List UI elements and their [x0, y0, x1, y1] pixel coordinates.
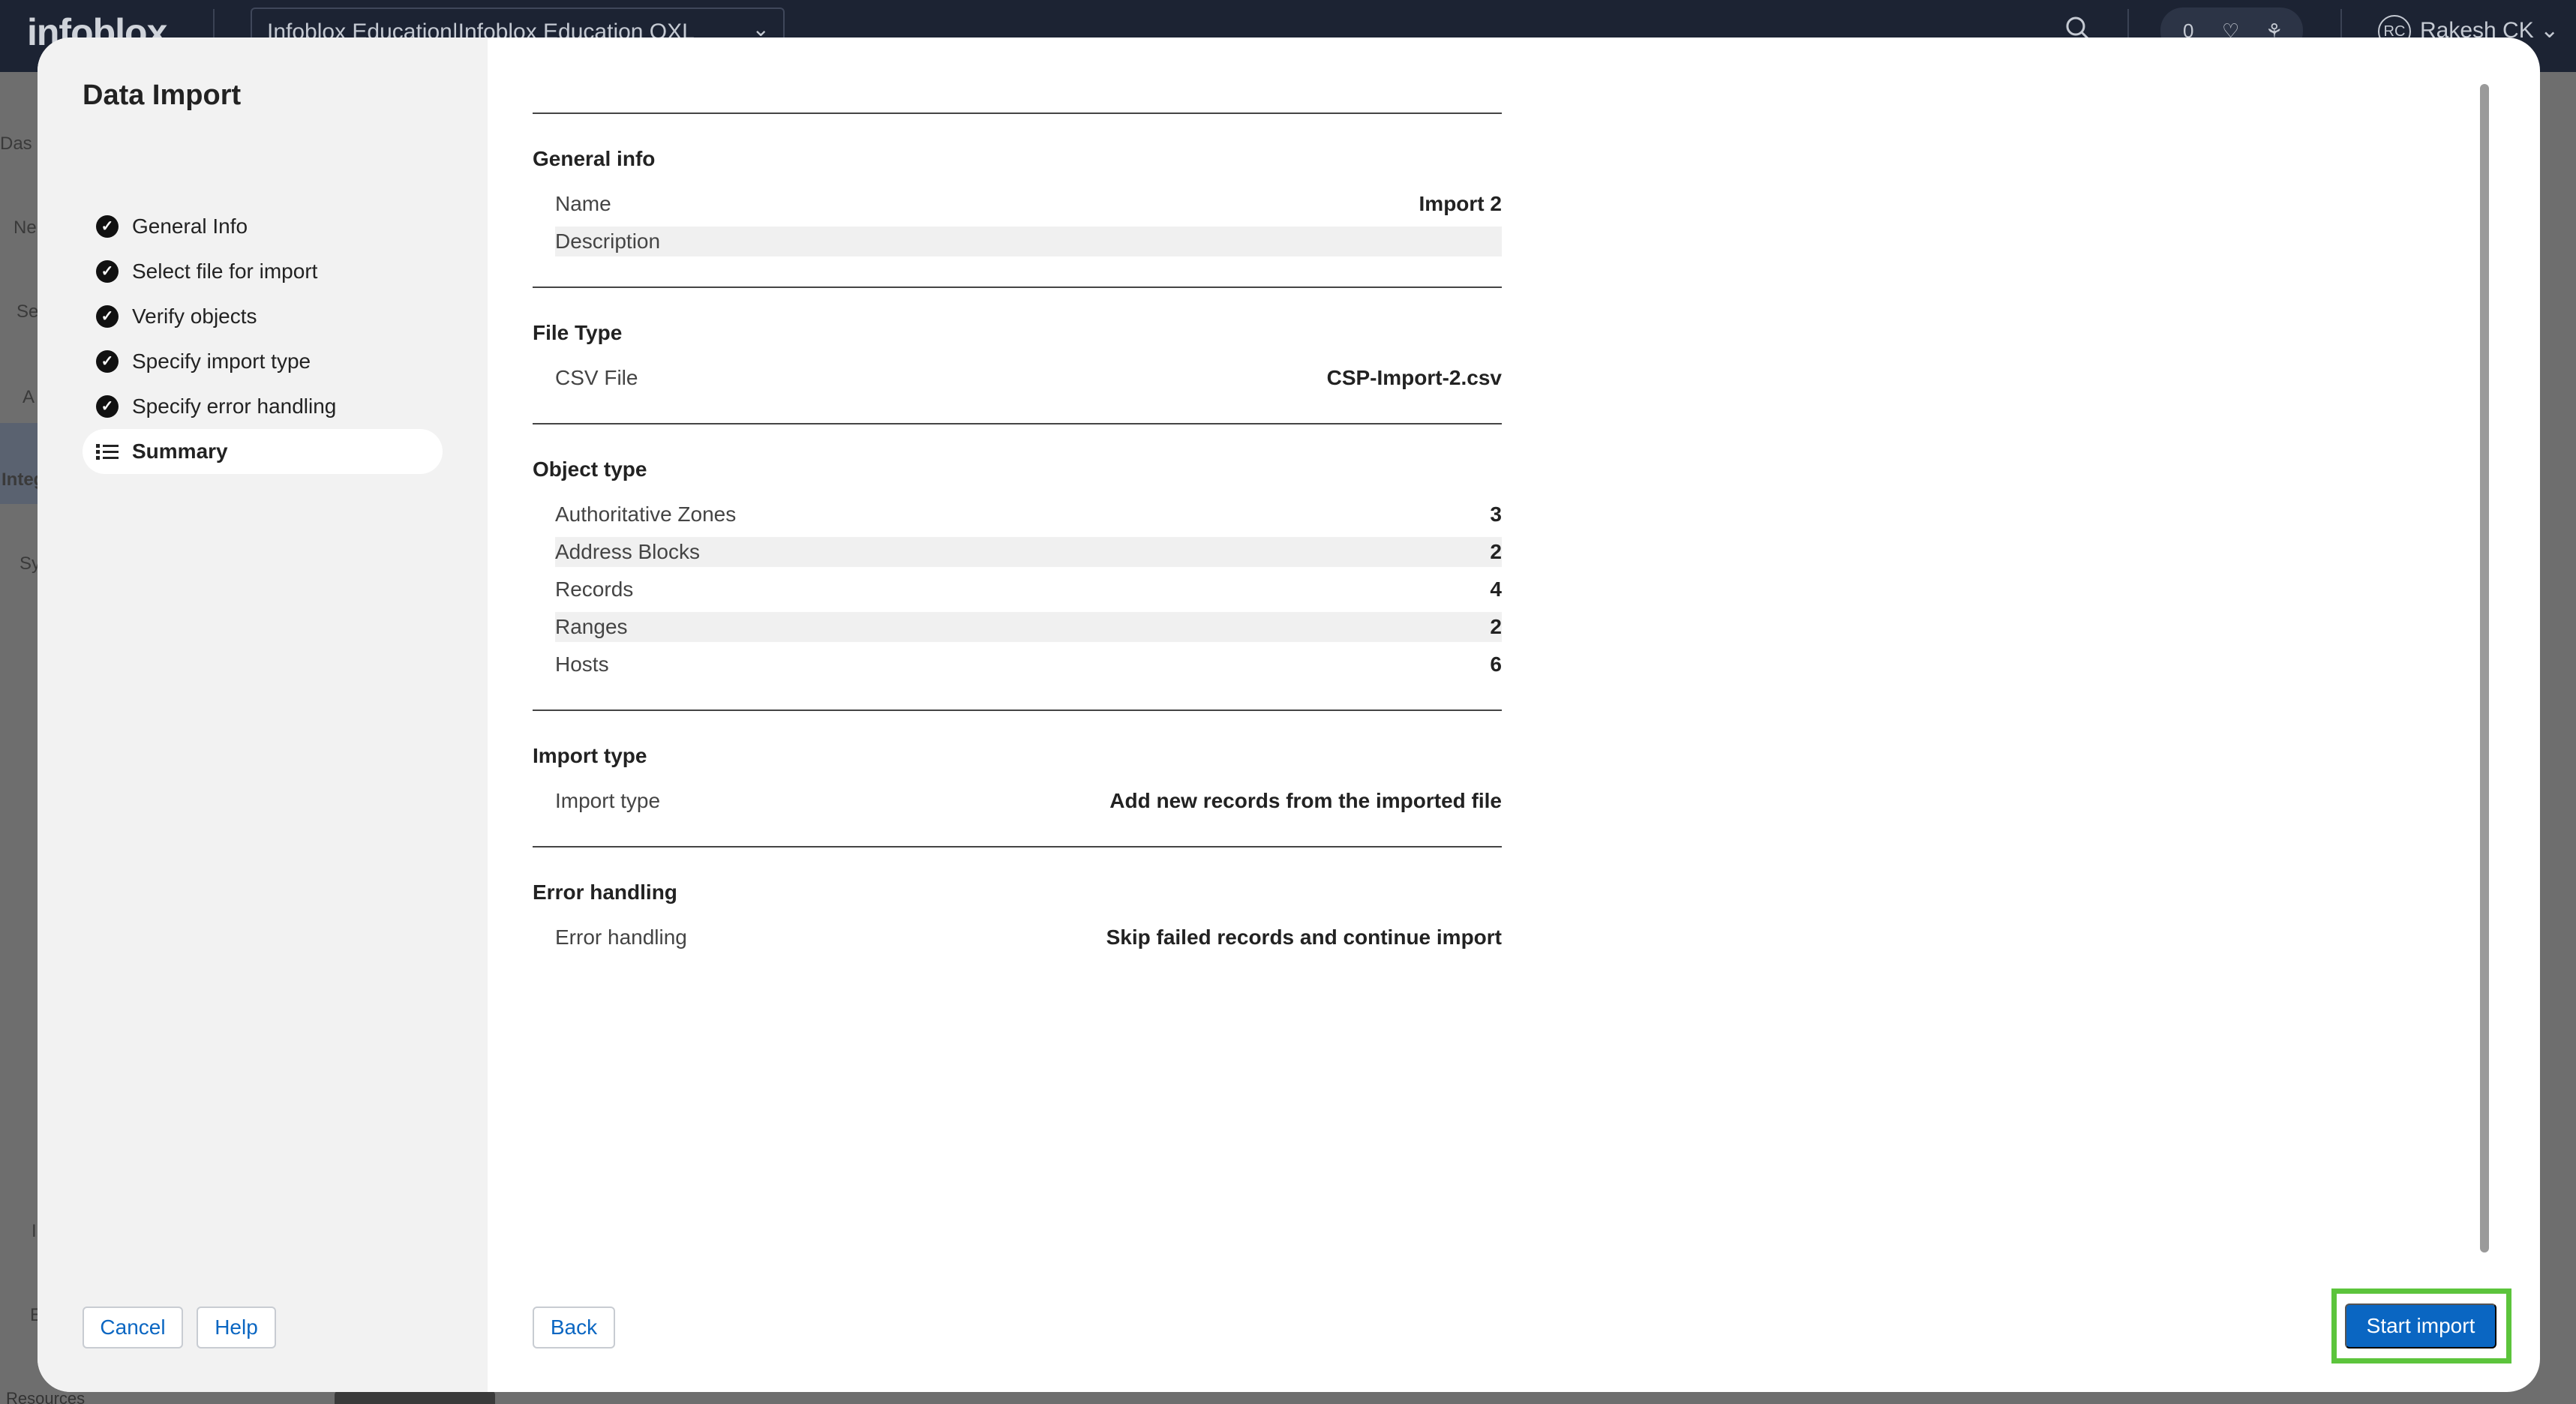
row-key: Address Blocks [555, 540, 700, 563]
section-divider [533, 423, 1502, 424]
row-key: Description [555, 230, 661, 253]
row-value: 2 [1490, 540, 1502, 563]
wizard-steps: ✓ General Info ✓ Select file for import … [83, 204, 443, 474]
row-key: Ranges [555, 615, 628, 638]
row-key: Error handling [555, 926, 687, 949]
section-divider [533, 710, 1502, 711]
summary-row: Import type Add new records from the imp… [555, 786, 1502, 816]
section-title-general-info: General info [533, 147, 656, 170]
data-import-modal: Data Import ✓ General Info ✓ Select file… [38, 38, 2540, 1392]
row-value: 4 [1490, 578, 1502, 601]
step-select-file[interactable]: ✓ Select file for import [83, 249, 443, 294]
step-error-handling[interactable]: ✓ Specify error handling [83, 384, 443, 429]
step-general-info[interactable]: ✓ General Info [83, 204, 443, 249]
row-key: CSV File [555, 366, 638, 389]
summary-row: Hosts 6 [555, 650, 1502, 680]
row-value: 2 [1490, 615, 1502, 638]
row-value: CSP-Import-2.csv [1326, 366, 1502, 389]
scrollbar-thumb[interactable] [2480, 84, 2489, 1252]
check-circle-icon: ✓ [96, 305, 119, 328]
summary-row: Description [555, 226, 1502, 256]
check-circle-icon: ✓ [96, 350, 119, 373]
summary-row: Name Import 2 [555, 189, 1502, 219]
step-label: General Info [132, 214, 248, 238]
summary-row: CSV File CSP-Import-2.csv [555, 363, 1502, 393]
sidebar-item[interactable]: Das [0, 134, 32, 154]
row-value: 6 [1490, 652, 1502, 676]
summary-row: Address Blocks 2 [555, 537, 1502, 567]
sidebar-item[interactable]: I [32, 1221, 37, 1242]
step-label: Specify error handling [132, 394, 337, 418]
chevron-down-icon: ⌄ [2540, 17, 2559, 43]
row-key: Hosts [555, 652, 609, 676]
step-label: Specify import type [132, 350, 311, 373]
section-title-import-type: Import type [533, 744, 647, 767]
list-icon [96, 443, 119, 460]
step-summary[interactable]: Summary [83, 429, 443, 474]
section-divider [533, 112, 1502, 114]
row-key: Name [555, 192, 611, 215]
background-scroll-handle [335, 1390, 495, 1404]
row-value: Skip failed records and continue import [1106, 926, 1502, 949]
section-divider [533, 286, 1502, 288]
start-import-button[interactable]: Start import [2345, 1304, 2496, 1348]
summary-row: Authoritative Zones 3 [555, 500, 1502, 530]
section-divider [533, 846, 1502, 848]
help-button[interactable]: Help [197, 1306, 276, 1348]
sidebar-item[interactable]: Se [17, 302, 38, 322]
sidebar-item[interactable]: A [23, 387, 35, 408]
modal-title: Data Import [83, 80, 242, 111]
row-value: Add new records from the imported file [1109, 789, 1502, 812]
cancel-button[interactable]: Cancel [83, 1306, 183, 1348]
row-value: Import 2 [1419, 192, 1502, 215]
sidebar-active-item [0, 423, 38, 504]
section-title-object-type: Object type [533, 458, 647, 481]
step-label: Verify objects [132, 304, 257, 328]
section-title-file-type: File Type [533, 321, 623, 344]
check-circle-icon: ✓ [96, 395, 119, 418]
back-button[interactable]: Back [533, 1306, 615, 1348]
check-circle-icon: ✓ [96, 260, 119, 283]
wizard-sidebar: Data Import ✓ General Info ✓ Select file… [38, 38, 488, 1392]
step-label: Select file for import [132, 260, 318, 283]
step-label: Summary [132, 440, 228, 463]
step-verify-objects[interactable]: ✓ Verify objects [83, 294, 443, 339]
row-key: Records [555, 578, 634, 601]
row-key: Authoritative Zones [555, 502, 737, 526]
step-import-type[interactable]: ✓ Specify import type [83, 339, 443, 384]
sidebar-item[interactable]: Ne [14, 218, 37, 238]
row-value: 3 [1490, 502, 1502, 526]
section-title-error-handling: Error handling [533, 880, 677, 904]
check-circle-icon: ✓ [96, 215, 119, 238]
summary-row: Ranges 2 [555, 612, 1502, 642]
summary-row: Records 4 [555, 574, 1502, 604]
row-key: Import type [555, 789, 661, 812]
summary-row: Error handling Skip failed records and c… [555, 922, 1502, 952]
